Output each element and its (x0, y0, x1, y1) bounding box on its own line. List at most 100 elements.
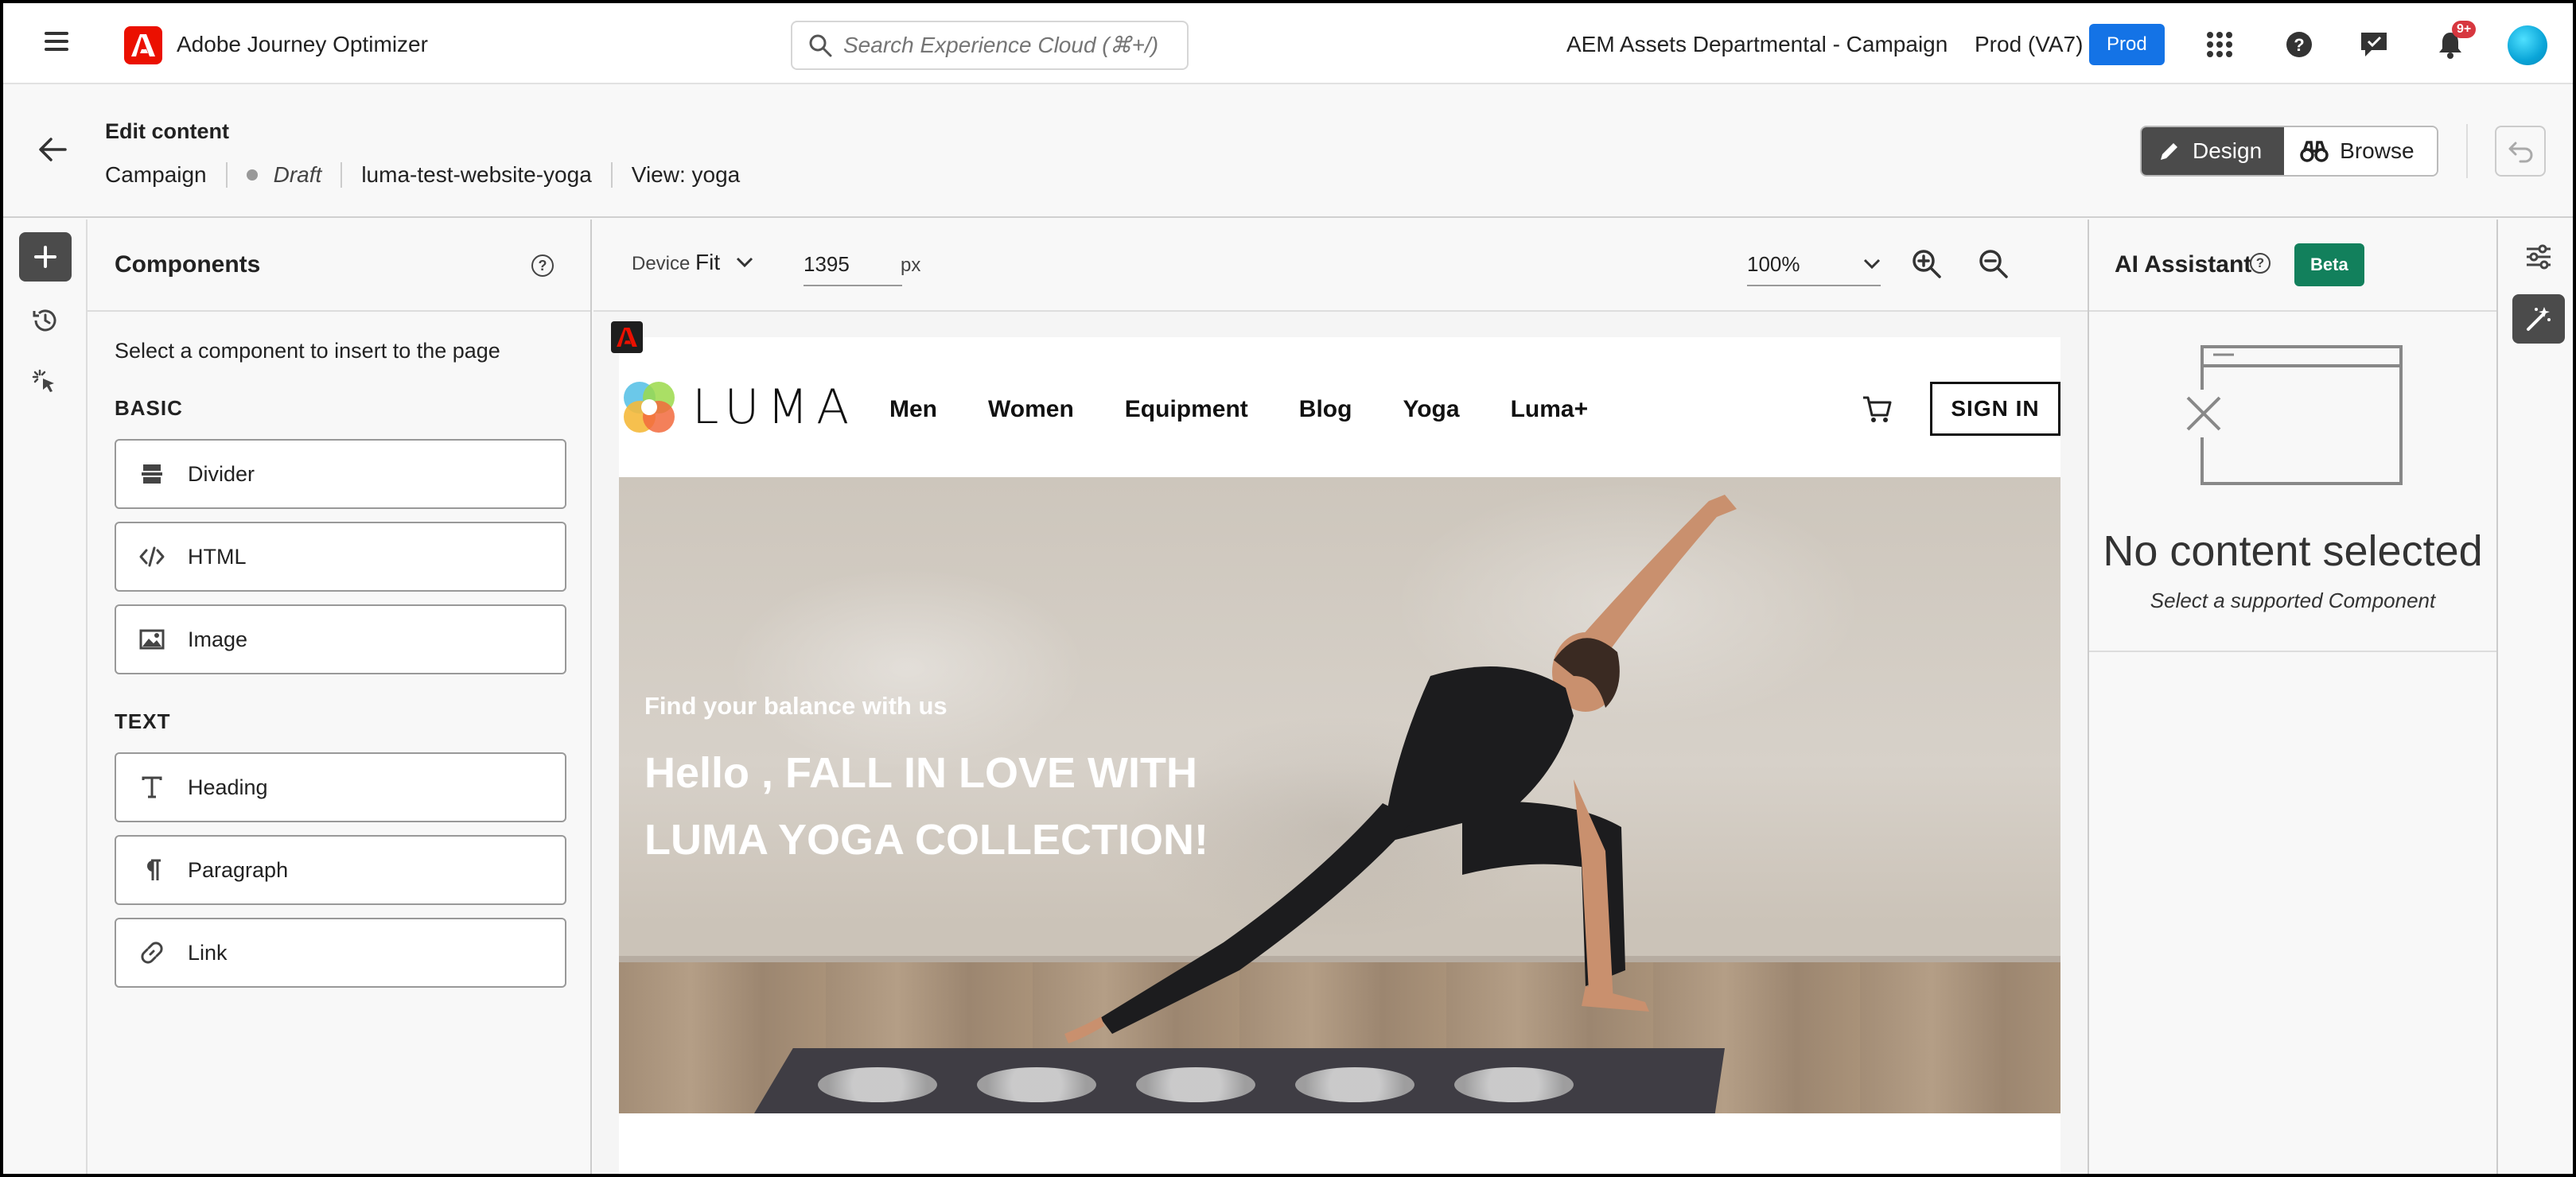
luma-logo[interactable]: LUMA (619, 377, 857, 437)
ai-assistant-button[interactable] (2512, 294, 2565, 344)
header-divider (2466, 124, 2468, 178)
apps-grid-icon[interactable] (2202, 27, 2237, 62)
zoom-in-icon[interactable] (1911, 248, 1946, 283)
cart-icon[interactable] (1862, 394, 1893, 429)
nav-men[interactable]: Men (889, 396, 937, 423)
magic-wand-icon (2527, 307, 2551, 331)
add-component-button[interactable] (19, 232, 72, 282)
component-paragraph[interactable]: Paragraph (115, 835, 566, 905)
zoom-picker[interactable]: 100% (1747, 243, 1881, 286)
component-label: Image (188, 627, 248, 651)
breadcrumb: Campaign Draft luma-test-website-yoga Vi… (105, 162, 740, 188)
undo-icon (2508, 142, 2533, 163)
site-nav: Men Women Equipment Blog Yoga Luma+ (889, 396, 1639, 423)
ai-assistant-header: AI Assistant ? Beta (2089, 219, 2496, 312)
design-button[interactable]: Design (2142, 127, 2285, 175)
breadcrumb-separator (340, 162, 343, 188)
component-link[interactable]: Link (115, 918, 566, 988)
status-badge: Draft (246, 162, 322, 188)
left-rail (3, 219, 88, 1174)
right-rail (2498, 219, 2573, 1174)
plus-icon (34, 246, 56, 268)
history-button[interactable] (19, 296, 72, 345)
device-picker[interactable]: Fit (695, 250, 753, 275)
nav-yoga[interactable]: Yoga (1403, 396, 1459, 423)
prod-badge[interactable]: Prod (2089, 24, 2165, 65)
global-header: Adobe Journey Optimizer AEM Assets Depar… (3, 3, 2573, 84)
bell-icon[interactable]: 9+ (2433, 21, 2477, 62)
search-box[interactable] (791, 21, 1189, 70)
avatar[interactable] (2508, 25, 2547, 65)
undo-button[interactable] (2495, 126, 2546, 177)
feedback-icon[interactable] (2356, 27, 2391, 62)
sandbox-label[interactable]: Prod (VA7) (1975, 32, 2083, 57)
edit-content-header: Edit content Campaign Draft luma-test-we… (3, 84, 2573, 218)
status-dot-icon (246, 169, 258, 181)
image-icon (116, 628, 188, 651)
search-icon (809, 34, 832, 57)
component-heading[interactable]: Heading (115, 752, 566, 822)
chevron-down-icon (737, 257, 753, 268)
help-icon[interactable]: ? (2282, 27, 2317, 62)
mode-toggle: Design Browse (2140, 126, 2438, 177)
divider-icon (116, 462, 188, 486)
properties-button[interactable] (2512, 232, 2565, 282)
empty-state-title: No content selected (2103, 527, 2483, 575)
campaign-name: luma-test-website-yoga (361, 162, 592, 187)
search-input[interactable] (843, 33, 1162, 58)
device-value: Fit (695, 250, 721, 274)
component-label: Link (188, 940, 228, 965)
select-element-button[interactable] (19, 358, 72, 407)
heading-icon (116, 775, 188, 799)
canvas-toolbar: Device Fit px 100% (593, 219, 2088, 312)
sliders-icon (2527, 244, 2551, 270)
component-label: Heading (188, 775, 268, 799)
paragraph-icon (116, 858, 188, 882)
breadcrumb-separator (610, 162, 613, 188)
components-title: Components (115, 251, 261, 278)
status-label: Draft (273, 162, 322, 187)
zoom-out-icon[interactable] (1978, 248, 2013, 283)
hero-banner[interactable]: Find your balance with us Hello , FALL I… (619, 477, 2060, 1113)
help-icon[interactable]: ? (2250, 253, 2271, 274)
org-switcher[interactable]: AEM Assets Departmental - Campaign (1566, 32, 1948, 57)
breadcrumb-separator (225, 162, 228, 188)
component-image[interactable]: Image (115, 604, 566, 674)
browse-button[interactable]: Browse (2284, 127, 2437, 175)
nav-blog[interactable]: Blog (1299, 396, 1352, 423)
ai-assistant-title: AI Assistant (2115, 251, 2252, 278)
hero-subtitle: Find your balance with us (644, 692, 948, 720)
app-title[interactable]: Adobe Journey Optimizer (177, 32, 428, 57)
svg-text:?: ? (2294, 35, 2304, 55)
component-html[interactable]: HTML (115, 522, 566, 592)
section-label-basic: BASIC (115, 396, 183, 420)
components-header: Components ? (88, 219, 590, 312)
component-divider[interactable]: Divider (115, 439, 566, 509)
binoculars-icon (2300, 141, 2329, 162)
cursor-select-icon (32, 369, 54, 392)
page-preview[interactable]: LUMA Men Women Equipment Blog Yoga Luma+… (611, 321, 2060, 1174)
sign-in-button[interactable]: SIGN IN (1930, 382, 2060, 436)
site-header: LUMA Men Women Equipment Blog Yoga Luma+… (619, 377, 2060, 449)
components-intro: Select a component to insert to the page (115, 339, 500, 363)
help-icon[interactable]: ? (531, 254, 554, 277)
empty-state-subtitle: Select a supported Component (2150, 588, 2436, 612)
nav-women[interactable]: Women (988, 396, 1074, 423)
view-label: View: yoga (631, 162, 741, 187)
component-label: HTML (188, 544, 247, 569)
menu-icon[interactable] (45, 32, 68, 51)
component-label: Divider (188, 461, 255, 486)
page-title: Edit content (105, 119, 229, 143)
history-icon (33, 309, 56, 332)
nav-luma-plus[interactable]: Luma+ (1511, 396, 1589, 423)
components-panel: Components ? Select a component to inser… (88, 219, 592, 1174)
back-arrow-icon[interactable] (37, 134, 72, 169)
width-input[interactable] (804, 243, 902, 286)
luma-wordmark: LUMA (692, 379, 858, 435)
link-icon (116, 940, 188, 965)
nav-equipment[interactable]: Equipment (1125, 396, 1248, 423)
component-label: Paragraph (188, 857, 289, 882)
adobe-logo[interactable] (124, 26, 162, 64)
ai-assistant-panel: AI Assistant ? Beta No content selected … (2088, 219, 2498, 1174)
breadcrumb-type: Campaign (105, 162, 207, 187)
